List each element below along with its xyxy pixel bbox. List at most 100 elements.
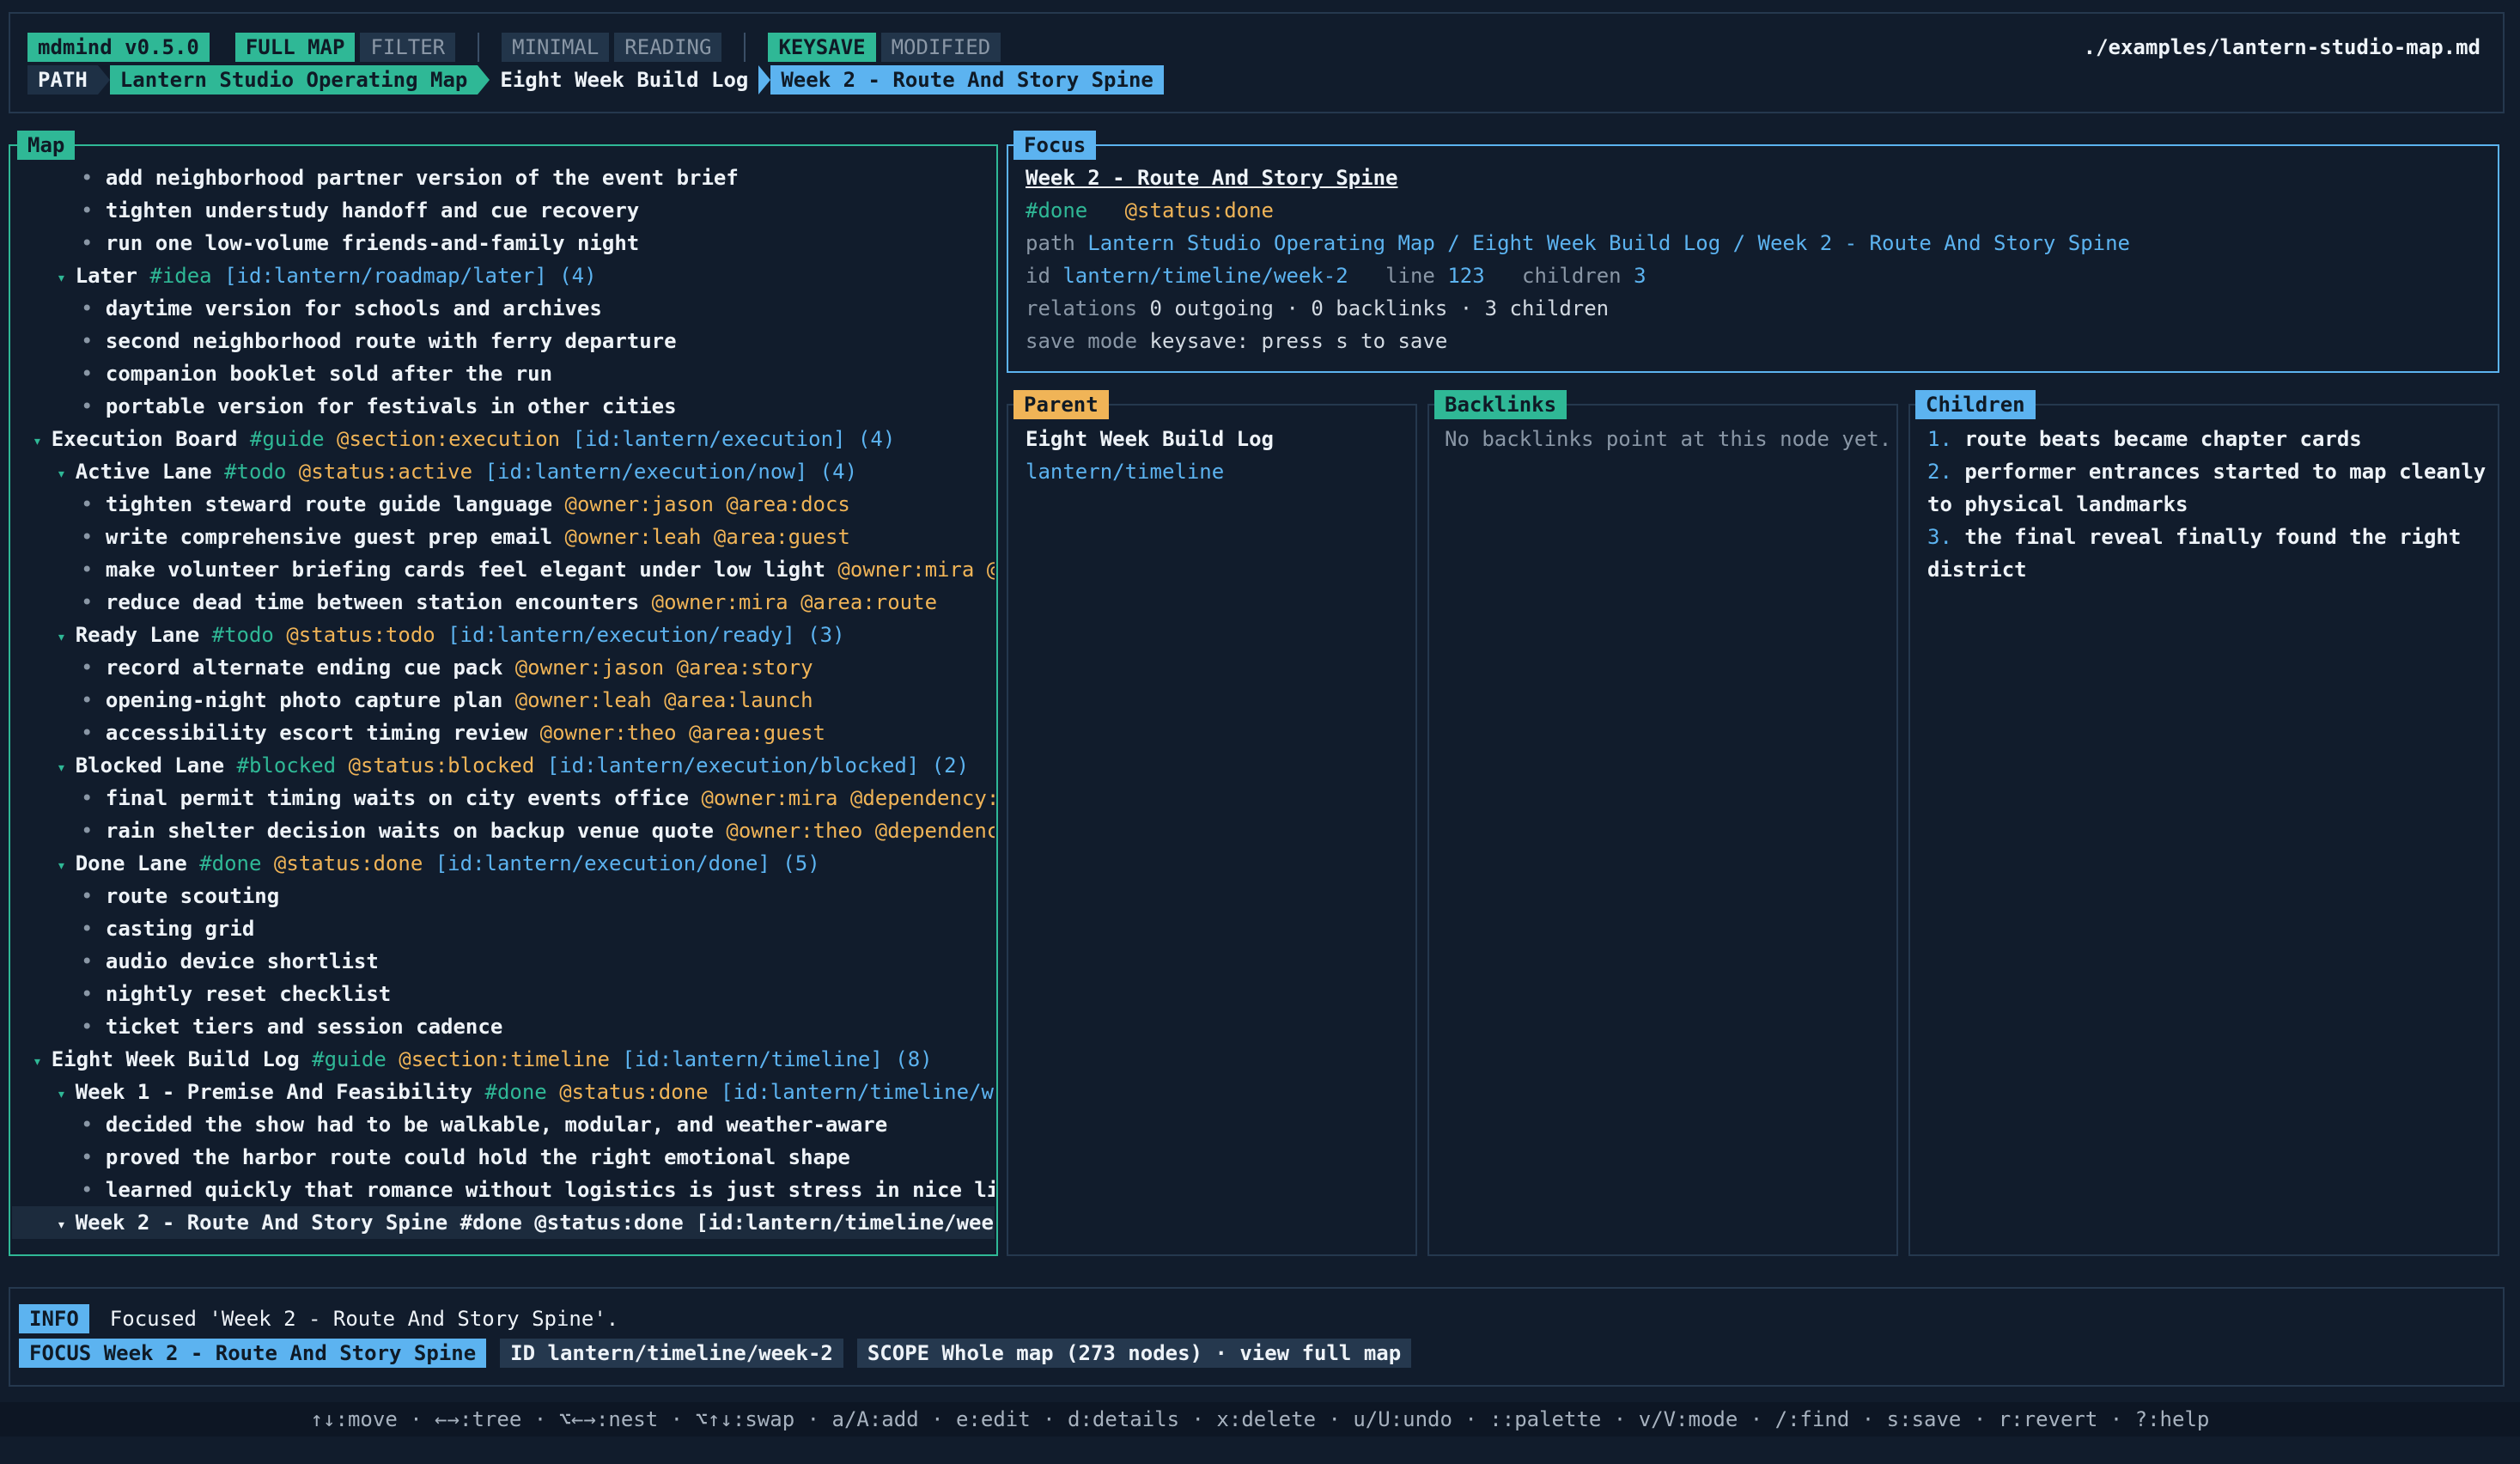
map-row-label: daytime version for schools and archives — [105, 296, 602, 320]
chevron-down-icon[interactable]: ▾ — [33, 1052, 52, 1071]
map-row-tag: [id:lantern/execution] (4) — [560, 427, 896, 451]
chevron-down-icon[interactable]: ▾ — [57, 628, 76, 646]
map-node-row[interactable]: ▾ Active Lane #todo @status:active [id:l… — [12, 455, 995, 488]
map-bullet-row[interactable]: • accessibility escort timing review @ow… — [12, 717, 995, 749]
view-minimal-tab[interactable]: MINIMAL — [502, 33, 610, 62]
children-list-item[interactable]: to physical landmarks — [1927, 488, 2494, 521]
file-path: ./examples/lantern-studio-map.md — [2083, 35, 2480, 59]
bullet-icon: • — [81, 688, 106, 712]
parent-name[interactable]: Eight Week Build Log — [1026, 423, 1274, 455]
breadcrumb-item-current[interactable]: Week 2 - Route And Story Spine — [770, 65, 1164, 95]
children-list-item[interactable]: 3. the final reveal finally found the ri… — [1927, 521, 2494, 553]
chevron-down-icon[interactable]: ▾ — [57, 857, 76, 875]
map-bullet-row[interactable]: • make volunteer briefing cards feel ele… — [12, 553, 995, 586]
mode-full-map-tab[interactable]: FULL MAP — [234, 33, 356, 62]
map-row-tag: @dependency — [874, 819, 995, 843]
map-row-tag: [id:lantern/execution/ready] (3) — [435, 623, 845, 647]
map-bullet-row[interactable]: • second neighborhood route with ferry d… — [12, 325, 995, 357]
map-bullet-row[interactable]: • final permit timing waits on city even… — [12, 782, 995, 814]
map-node-row[interactable]: ▾ Execution Board #guide @section:execut… — [12, 423, 995, 455]
map-bullet-row[interactable]: • reduce dead time between station encou… — [12, 586, 995, 619]
map-row-tag: @owner:jason — [552, 492, 714, 516]
map-bullet-row[interactable]: • portable version for festivals in othe… — [12, 390, 995, 423]
bullet-icon: • — [81, 329, 106, 353]
map-bullet-row[interactable]: • learned quickly that romance without l… — [12, 1174, 995, 1206]
map-bullet-row[interactable]: • ticket tiers and session cadence — [12, 1010, 995, 1043]
map-bullet-row[interactable]: • decided the show had to be walkable, m… — [12, 1108, 995, 1141]
map-bullet-row[interactable]: • daytime version for schools and archiv… — [12, 292, 995, 325]
map-row-tag: @status:done — [261, 851, 423, 875]
bullet-icon: • — [81, 982, 106, 1006]
map-node-row[interactable]: ▾ Week 2 - Route And Story Spine #done @… — [12, 1206, 995, 1239]
map-bullet-row[interactable]: • casting grid — [12, 912, 995, 945]
map-node-row[interactable]: ▾ Ready Lane #todo @status:todo [id:lant… — [12, 619, 995, 651]
child-label: route beats became chapter cards — [1964, 427, 2362, 451]
map-bullet-row[interactable]: • audio device shortlist — [12, 945, 995, 978]
map-node-row[interactable]: ▾ Done Lane #done @status:done [id:lante… — [12, 847, 995, 880]
scope-status-chip[interactable]: SCOPE Whole map (273 nodes) · view full … — [856, 1339, 1412, 1368]
map-row-tag: @area:launch — [651, 688, 813, 712]
map-row-label: reduce dead time between station encount… — [105, 590, 640, 614]
map-tree[interactable]: • add neighborhood partner version of th… — [12, 162, 995, 1247]
map-bullet-row[interactable]: • nightly reset checklist — [12, 978, 995, 1010]
map-node-row[interactable]: ▾ Eight Week Build Log #guide @section:t… — [12, 1043, 995, 1076]
child-number: 3. — [1927, 525, 1952, 549]
info-label: INFO — [19, 1304, 89, 1333]
chevron-down-icon[interactable]: ▾ — [57, 269, 76, 287]
backlinks-panel-title: Backlinks — [1434, 390, 1567, 419]
map-bullet-row[interactable]: • run one low-volume friends-and-family … — [12, 227, 995, 259]
bullet-icon: • — [81, 721, 106, 745]
map-bullet-row[interactable]: • companion booklet sold after the run — [12, 357, 995, 390]
save-keysave-badge[interactable]: KEYSAVE — [768, 33, 876, 62]
map-row-label: Blocked Lane — [75, 753, 225, 778]
map-row-tag: @area:guest — [676, 721, 825, 745]
parent-id: lantern/timeline — [1026, 460, 1225, 484]
map-node-row[interactable]: ▾ Week 1 - Premise And Feasibility #done… — [12, 1076, 995, 1108]
map-bullet-row[interactable]: • rain shelter decision waits on backup … — [12, 814, 995, 847]
mode-filter-tab[interactable]: FILTER — [360, 33, 456, 62]
chevron-down-icon[interactable]: ▾ — [57, 465, 76, 483]
chevron-down-icon[interactable]: ▾ — [33, 432, 52, 450]
breadcrumb-item-root[interactable]: Lantern Studio Operating Map — [109, 65, 478, 95]
map-bullet-row[interactable]: • tighten understudy handoff and cue rec… — [12, 194, 995, 227]
map-bullet-row[interactable]: • opening-night photo capture plan @owne… — [12, 684, 995, 717]
focus-path-value[interactable]: Lantern Studio Operating Map / Eight Wee… — [1087, 231, 2130, 255]
map-bullet-row[interactable]: • proved the harbor route could hold the… — [12, 1141, 995, 1174]
bullet-icon: • — [81, 198, 106, 223]
breadcrumb-item-timeline[interactable]: Eight Week Build Log — [490, 65, 759, 95]
focus-status-chip[interactable]: FOCUS Week 2 - Route And Story Spine — [19, 1339, 487, 1368]
children-list-item[interactable]: 1. route beats became chapter cards — [1927, 423, 2494, 455]
id-status-chip[interactable]: ID lantern/timeline/week-2 — [500, 1339, 843, 1368]
map-bullet-row[interactable]: • route scouting — [12, 880, 995, 912]
map-row-tag: @owner:leah — [502, 688, 652, 712]
map-row-label: opening-night photo capture plan — [105, 688, 503, 712]
focus-panel-title: Focus — [1013, 131, 1097, 160]
map-row-tag: [id:lantern/timeline/we — [708, 1080, 995, 1104]
children-list-item[interactable]: district — [1927, 553, 2494, 586]
map-row-tag: @owner:jason — [502, 656, 665, 680]
map-row-label: Week 2 - Route And Story Spine #done @st… — [75, 1211, 995, 1235]
map-node-row[interactable]: ▾ Blocked Lane #blocked @status:blocked … — [12, 749, 995, 782]
map-row-label: Later — [75, 264, 137, 288]
children-list-item[interactable]: 2. performer entrances started to map cl… — [1927, 455, 2494, 488]
chevron-down-icon[interactable]: ▾ — [57, 759, 76, 777]
map-row-label: record alternate ending cue pack — [105, 656, 503, 680]
focus-heading: Week 2 - Route And Story Spine — [1026, 166, 1398, 190]
map-row-tag: @owner:mira — [639, 590, 788, 614]
map-row-tag: #done — [472, 1080, 547, 1104]
map-bullet-row[interactable]: • add neighborhood partner version of th… — [12, 162, 995, 194]
chevron-down-icon[interactable]: ▾ — [57, 1085, 76, 1103]
map-row-label: run one low-volume friends-and-family ni… — [105, 231, 640, 255]
map-bullet-row[interactable]: • tighten steward route guide language @… — [12, 488, 995, 521]
view-reading-tab[interactable]: READING — [614, 33, 722, 62]
map-panel-title: Map — [17, 131, 76, 160]
map-row-tag: [id:lantern/roadmap/later] (4) — [211, 264, 597, 288]
map-bullet-row[interactable]: • record alternate ending cue pack @owne… — [12, 651, 995, 684]
chevron-down-icon[interactable]: ▾ — [57, 1216, 76, 1234]
map-bullet-row[interactable]: • write comprehensive guest prep email @… — [12, 521, 995, 553]
bullet-icon: • — [81, 166, 106, 190]
map-row-tag: @status:done — [546, 1080, 709, 1104]
map-node-row[interactable]: ▾ Later #idea [id:lantern/roadmap/later]… — [12, 259, 995, 292]
save-modified-badge: MODIFIED — [880, 33, 1001, 62]
map-row-tag: #guide — [237, 427, 325, 451]
